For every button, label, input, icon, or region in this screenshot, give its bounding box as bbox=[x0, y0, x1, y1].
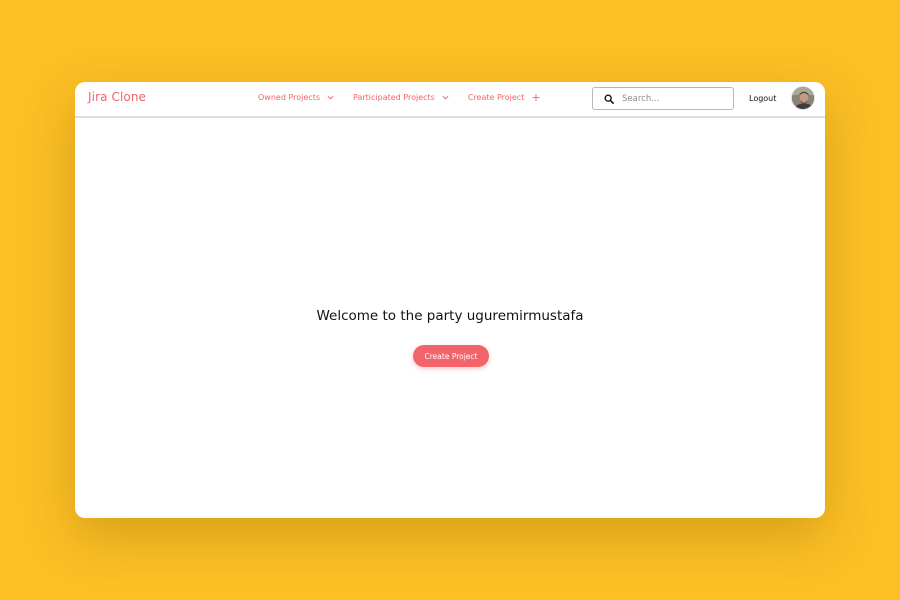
nav-participated-projects[interactable]: Participated Projects bbox=[353, 93, 449, 102]
nav-owned-projects[interactable]: Owned Projects bbox=[258, 93, 334, 102]
chevron-down-icon bbox=[327, 95, 334, 100]
nav-owned-projects-label: Owned Projects bbox=[258, 93, 320, 102]
welcome-message: Welcome to the party uguremirmustafa bbox=[316, 308, 584, 324]
nav-create-project-label: Create Project bbox=[467, 93, 525, 102]
main-content: Welcome to the party uguremirmustafa Cre… bbox=[75, 120, 825, 518]
plus-icon: + bbox=[531, 90, 541, 104]
logout-button[interactable]: Logout bbox=[749, 94, 776, 103]
app-window: Jira Clone Owned Projects Participated P… bbox=[75, 82, 825, 518]
search-input[interactable] bbox=[622, 93, 732, 104]
chevron-down-icon bbox=[442, 95, 449, 100]
brand-logo[interactable]: Jira Clone bbox=[88, 90, 146, 104]
nav-menu: Owned Projects Participated Projects Cre… bbox=[258, 90, 560, 104]
user-avatar[interactable] bbox=[791, 86, 815, 110]
search-icon bbox=[604, 94, 614, 104]
create-project-button[interactable]: Create Project bbox=[413, 345, 489, 367]
nav-participated-projects-label: Participated Projects bbox=[353, 93, 435, 102]
avatar-image bbox=[792, 87, 814, 109]
nav-create-project[interactable]: Create Project + bbox=[467, 90, 541, 104]
top-navbar: Jira Clone Owned Projects Participated P… bbox=[75, 82, 825, 118]
search-box[interactable] bbox=[592, 87, 734, 110]
